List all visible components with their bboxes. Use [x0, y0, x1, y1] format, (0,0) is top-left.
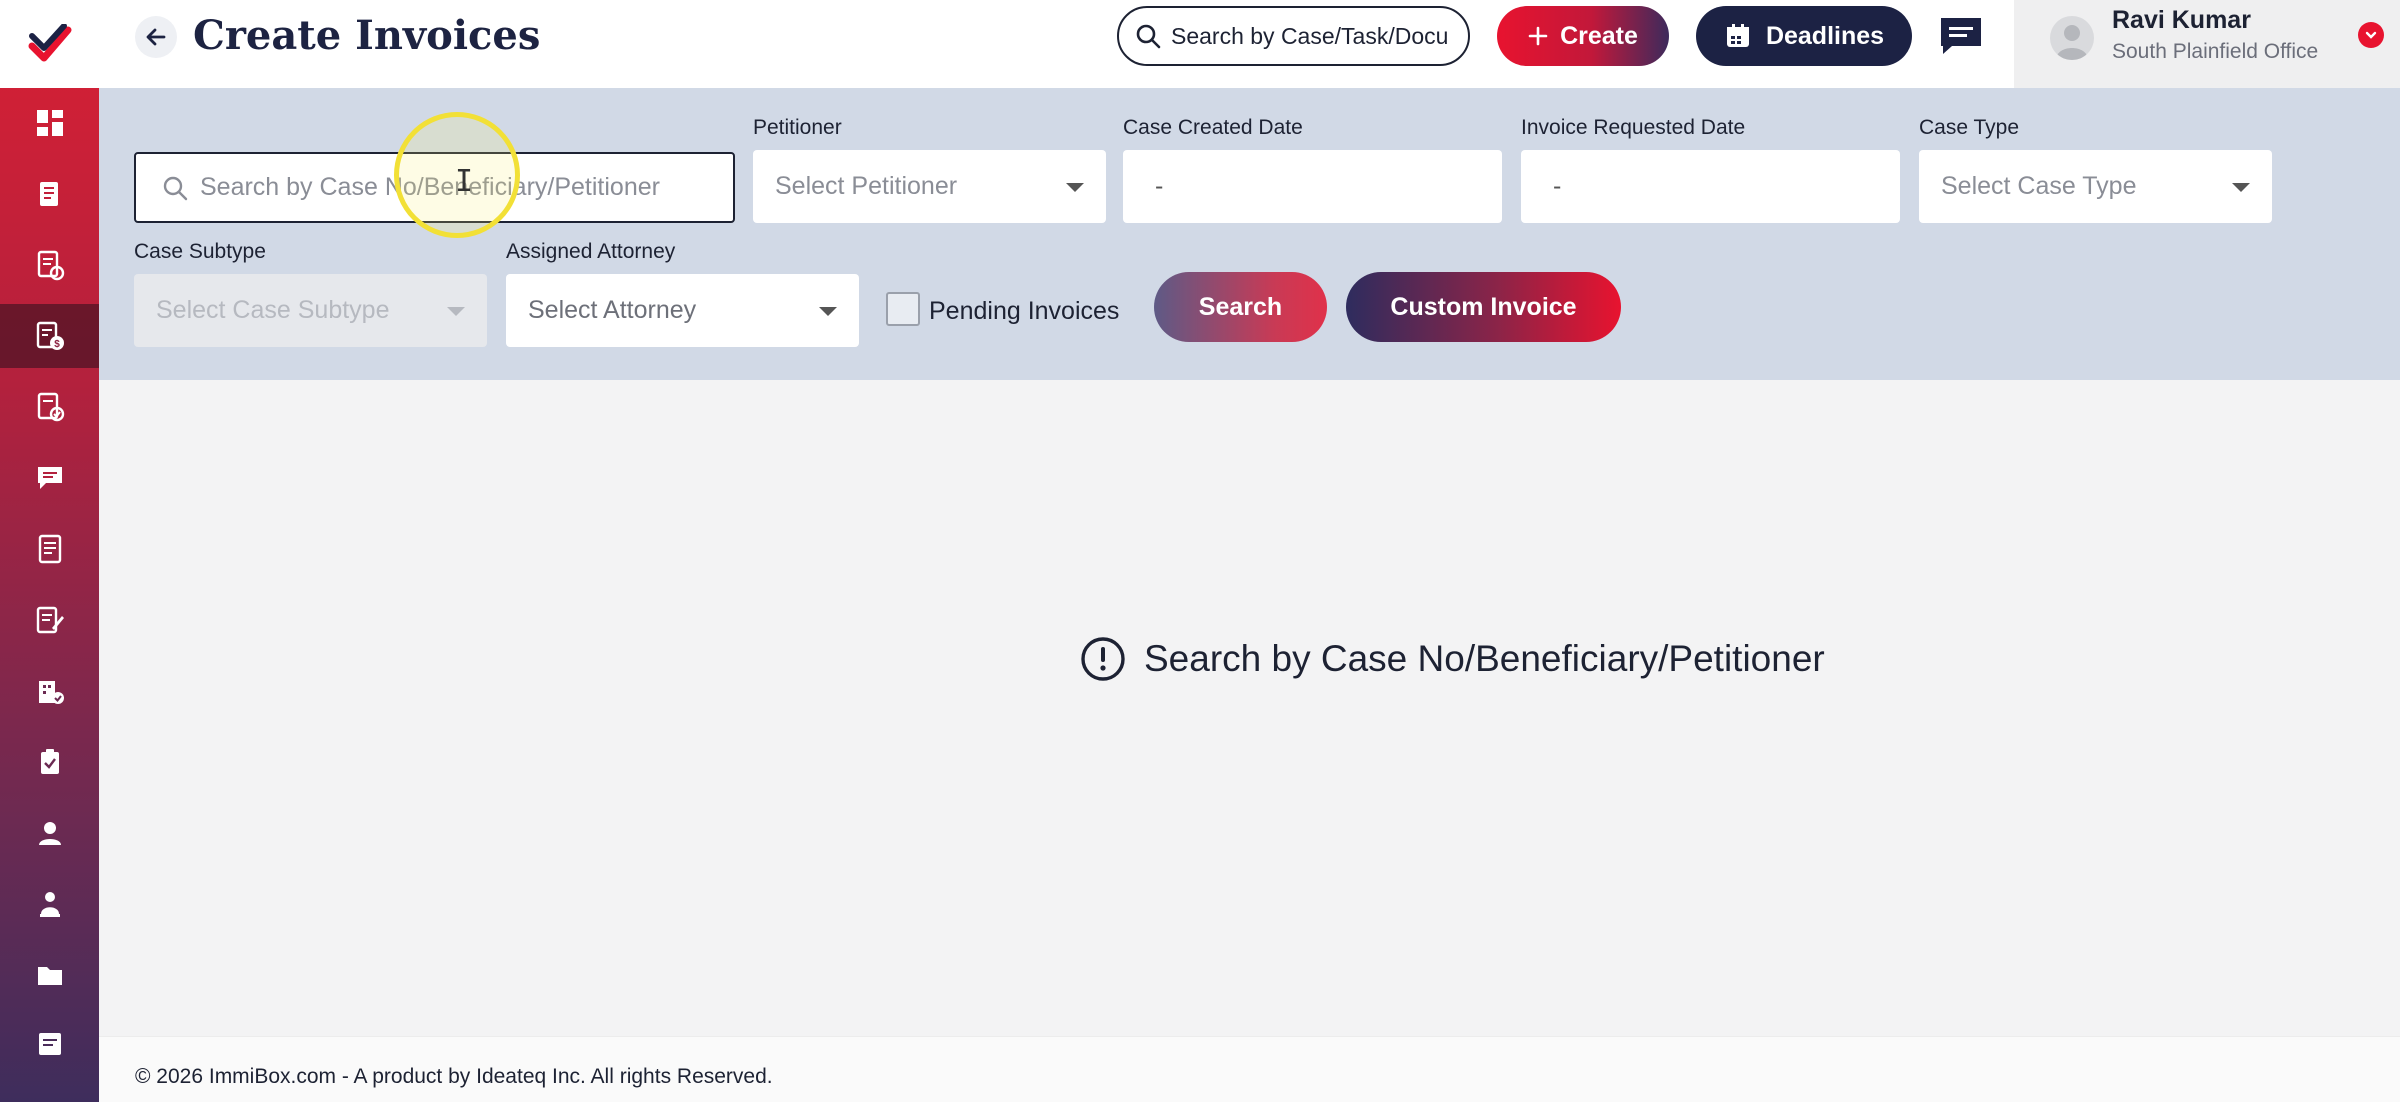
- search-icon: [163, 176, 188, 200]
- sidebar: $: [0, 0, 99, 1102]
- search-icon: [1136, 24, 1161, 49]
- invoice-requested-date-input[interactable]: -: [1521, 150, 1900, 223]
- user-office: South Plainfield Office: [2112, 40, 2319, 63]
- sidebar-item-cases[interactable]: [0, 162, 99, 226]
- sidebar-item-notes[interactable]: [0, 1012, 99, 1076]
- svg-text:$: $: [54, 339, 60, 350]
- empty-state-message: Search by Case No/Beneficiary/Petitioner: [1144, 638, 1825, 679]
- assigned-attorney-select[interactable]: Select Attorney: [506, 274, 859, 347]
- plus-icon: [1528, 26, 1548, 46]
- case-type-placeholder: Select Case Type: [1941, 172, 2137, 200]
- info-alert-icon: [1081, 637, 1125, 681]
- building-check-icon: [38, 681, 64, 704]
- sidebar-item-clipboard[interactable]: [0, 730, 99, 794]
- pending-invoices-label: Pending Invoices: [929, 297, 1120, 325]
- page-title: Create Invoices: [193, 12, 541, 59]
- documents-check-icon: [37, 250, 64, 281]
- deadlines-button-label: Deadlines: [1765, 21, 1885, 50]
- logo-icon: [28, 24, 71, 62]
- invoice-icon: $: [36, 321, 64, 350]
- invoice-requested-date-label: Invoice Requested Date: [1521, 116, 1746, 139]
- invoice-requested-date-value: -: [1553, 172, 1562, 200]
- case-created-date-value: -: [1155, 172, 1164, 200]
- clipboard-icon: [40, 749, 59, 774]
- dashboard-icon: [36, 110, 63, 136]
- case-subtype-placeholder: Select Case Subtype: [156, 296, 390, 324]
- app-logo[interactable]: [0, 0, 99, 88]
- user-dropdown-button[interactable]: [2358, 22, 2384, 48]
- text-cursor-icon: I: [455, 164, 474, 199]
- edit-list-icon: [36, 606, 64, 634]
- assigned-attorney-label: Assigned Attorney: [506, 240, 676, 263]
- search-button[interactable]: Search: [1154, 272, 1327, 342]
- sidebar-item-user[interactable]: [0, 801, 99, 865]
- back-button[interactable]: [135, 16, 177, 58]
- sidebar-item-dashboard[interactable]: [0, 91, 99, 155]
- approved-docs-icon: [37, 392, 64, 422]
- sidebar-item-building[interactable]: [0, 659, 99, 723]
- top-bar: Create Invoices Search by Case/Task/Docu…: [99, 0, 2400, 88]
- sidebar-item-book[interactable]: [0, 517, 99, 581]
- calendar-icon: [1726, 24, 1749, 47]
- pending-invoices-checkbox[interactable]: [886, 292, 920, 326]
- folder-icon: [37, 967, 62, 985]
- create-button[interactable]: Create: [1497, 6, 1669, 66]
- arrow-left-icon: [146, 28, 166, 46]
- petitioner-placeholder: Select Petitioner: [775, 172, 958, 200]
- case-created-date-input[interactable]: -: [1123, 150, 1502, 223]
- users-icon: [39, 892, 60, 917]
- book-icon: [38, 534, 61, 564]
- user-avatar-icon: [2056, 25, 2088, 60]
- attorney-placeholder: Select Attorney: [528, 296, 697, 324]
- sidebar-item-folder[interactable]: [0, 943, 99, 1007]
- user-name: Ravi Kumar: [2112, 6, 2251, 34]
- sidebar-item-edit-list[interactable]: [0, 588, 99, 652]
- avatar: [2050, 16, 2094, 60]
- caret-down-icon: [1066, 182, 1084, 192]
- case-created-date-label: Case Created Date: [1123, 116, 1303, 139]
- caret-down-icon: [2232, 182, 2250, 192]
- caret-down-icon: [447, 306, 465, 316]
- custom-invoice-button[interactable]: Custom Invoice: [1346, 272, 1621, 342]
- messages-icon: [37, 467, 62, 489]
- user-icon: [38, 822, 61, 845]
- sidebar-item-invoices[interactable]: $: [0, 304, 99, 368]
- empty-state: Search by Case No/Beneficiary/Petitioner: [1080, 636, 1825, 682]
- chat-button[interactable]: [1937, 14, 1985, 58]
- global-search-input[interactable]: Search by Case/Task/Docu: [1117, 6, 1470, 66]
- sidebar-item-documents[interactable]: [0, 233, 99, 297]
- petitioner-label: Petitioner: [753, 116, 842, 139]
- notes-icon: [38, 1033, 61, 1055]
- create-button-label: Create: [1560, 21, 1638, 50]
- caret-down-icon: [819, 306, 837, 316]
- footer-copyright: © 2026 ImmiBox.com - A product by Ideate…: [135, 1065, 773, 1088]
- chevron-down-icon: [2365, 31, 2377, 39]
- case-subtype-select[interactable]: Select Case Subtype: [134, 274, 487, 347]
- chat-icon: [1941, 18, 1981, 54]
- case-type-select[interactable]: Select Case Type: [1919, 150, 2272, 223]
- cases-icon: [39, 182, 58, 206]
- case-subtype-label: Case Subtype: [134, 240, 266, 263]
- user-menu[interactable]: Ravi Kumar South Plainfield Office: [2014, 0, 2400, 88]
- petitioner-select[interactable]: Select Petitioner: [753, 150, 1106, 223]
- global-search-text: Search by Case/Task/Docu: [1171, 22, 1449, 49]
- deadlines-button[interactable]: Deadlines: [1696, 6, 1912, 66]
- sidebar-item-users[interactable]: [0, 872, 99, 936]
- sidebar-item-approved[interactable]: [0, 375, 99, 439]
- footer: © 2026 ImmiBox.com - A product by Ideate…: [99, 1036, 2400, 1102]
- sidebar-item-messages[interactable]: [0, 446, 99, 510]
- case-type-label: Case Type: [1919, 116, 2020, 139]
